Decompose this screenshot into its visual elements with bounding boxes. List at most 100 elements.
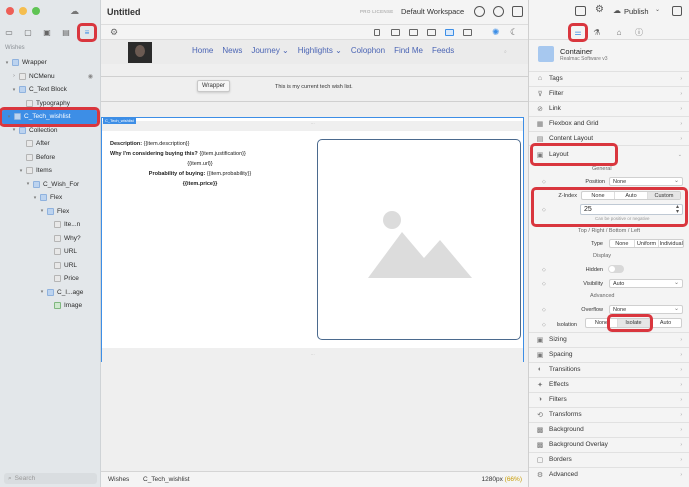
- tree-item[interactable]: After: [0, 137, 101, 151]
- device-phone-icon[interactable]: [374, 29, 380, 36]
- section-spacing[interactable]: ▣ Spacing ›: [529, 347, 689, 361]
- tab-properties-icon[interactable]: ⚌: [568, 23, 588, 42]
- position-select[interactable]: None: [609, 177, 683, 186]
- tree-item[interactable]: ▾ C_I...age: [0, 286, 101, 300]
- speed-icon[interactable]: [474, 6, 485, 17]
- section-sizing[interactable]: ▣ Sizing ›: [529, 332, 689, 346]
- share-icon[interactable]: [493, 6, 504, 17]
- tree-item[interactable]: ▾ C_Text Block: [0, 83, 101, 97]
- chevron-icon[interactable]: ▾: [6, 114, 12, 120]
- zindex-segmented[interactable]: None Auto Custom: [581, 191, 681, 200]
- light-mode-icon[interactable]: ✺: [492, 27, 500, 38]
- settings-gear-icon[interactable]: ⚙: [110, 27, 118, 38]
- tree-item[interactable]: ▾ Wrapper: [0, 56, 101, 70]
- stepper-icon[interactable]: ▴ ▾: [676, 204, 679, 215]
- section-layout[interactable]: ▣ Layout ⌄: [529, 145, 689, 163]
- visibility-select[interactable]: Auto: [609, 279, 683, 288]
- tree-item[interactable]: ▾ Collection: [0, 124, 101, 138]
- image-placeholder[interactable]: [317, 139, 521, 340]
- section-flexbox-and-grid[interactable]: ▦ Flexbox and Grid ›: [529, 116, 689, 130]
- tree-item[interactable]: Ite...n: [0, 218, 101, 232]
- chevron-icon[interactable]: ▾: [18, 168, 24, 174]
- section-content-layout[interactable]: ▤ Content Layout ›: [529, 131, 689, 145]
- hidden-toggle[interactable]: [608, 265, 624, 273]
- chevron-icon[interactable]: ›: [11, 73, 17, 79]
- segment-option[interactable]: None: [586, 319, 618, 327]
- tech-wishlist-container[interactable]: ⋯ C_Tech_wishlist Description: {{item.de…: [101, 117, 524, 362]
- toggle-inspector-icon[interactable]: [575, 6, 586, 16]
- status-collection[interactable]: Wishes: [108, 476, 129, 483]
- chevron-icon[interactable]: ▾: [39, 289, 45, 295]
- site-menu-item[interactable]: Highlights ⌄: [298, 46, 342, 55]
- wish-item-text[interactable]: Description: {{item.description}} Why I'…: [110, 139, 290, 189]
- section-link[interactable]: ⊘ Link ›: [529, 101, 689, 115]
- section-filter[interactable]: ⊽ Filter ›: [529, 86, 689, 100]
- tab-styles-icon[interactable]: ⚗: [591, 26, 603, 38]
- tree-item[interactable]: Typography: [0, 97, 101, 111]
- assets-icon[interactable]: ▤: [61, 27, 71, 37]
- section-background[interactable]: ▩ Background ›: [529, 422, 689, 436]
- tree-item[interactable]: URL: [0, 259, 101, 273]
- tree-item[interactable]: Before: [0, 151, 101, 165]
- section-advanced[interactable]: ⚙ Advanced ›: [529, 467, 689, 481]
- chevron-icon[interactable]: ▾: [11, 127, 17, 133]
- tab-tags-icon[interactable]: ⌂: [613, 26, 625, 38]
- segment-option[interactable]: Individual: [659, 240, 683, 247]
- wishlist-intro-text[interactable]: This is my current tech wish list.: [275, 84, 353, 90]
- overflow-select[interactable]: None: [609, 305, 683, 314]
- section-filters[interactable]: ◑ Filters ›: [529, 392, 689, 406]
- device-phone-wide-icon[interactable]: [391, 29, 400, 36]
- tree-item[interactable]: Price: [0, 272, 101, 286]
- section-effects[interactable]: ✦ Effects ›: [529, 377, 689, 391]
- tree-item[interactable]: Why?: [0, 232, 101, 246]
- status-selection-path[interactable]: C_Tech_wishlist: [143, 476, 190, 483]
- section-transitions[interactable]: ◐ Transitions ›: [529, 362, 689, 376]
- device-laptop-icon[interactable]: [445, 29, 454, 36]
- site-menu-item[interactable]: News: [222, 46, 242, 55]
- segment-option[interactable]: Auto: [650, 319, 681, 327]
- layers-icon[interactable]: ≡: [77, 22, 97, 42]
- folder-icon[interactable]: ▢: [23, 27, 33, 37]
- tree-item[interactable]: ▾ Flex: [0, 205, 101, 219]
- segment-option[interactable]: None: [582, 192, 615, 199]
- section-background-overlay[interactable]: ▩ Background Overlay ›: [529, 437, 689, 451]
- site-menu-item[interactable]: Find Me: [394, 46, 423, 55]
- resources-icon[interactable]: ▣: [42, 27, 52, 37]
- segment-option[interactable]: Uniform: [635, 240, 660, 247]
- page-icon[interactable]: ▭: [4, 27, 14, 37]
- isolation-segmented[interactable]: None Isolate Auto: [585, 318, 682, 328]
- status-zoom[interactable]: 1280px (66%): [482, 476, 522, 483]
- site-menu-item[interactable]: Colophon: [351, 46, 385, 55]
- position-reset-icon[interactable]: ◇: [542, 179, 546, 185]
- chevron-icon[interactable]: ▾: [11, 87, 17, 93]
- minimize-window-button[interactable]: [19, 7, 27, 15]
- overflow-reset-icon[interactable]: ◇: [542, 307, 546, 313]
- close-window-button[interactable]: [6, 7, 14, 15]
- chevron-icon[interactable]: ▾: [25, 181, 31, 187]
- visibility-reset-icon[interactable]: ◇: [542, 281, 546, 287]
- visibility-icon[interactable]: ◉: [88, 73, 93, 80]
- chevron-icon[interactable]: ▾: [39, 208, 45, 214]
- site-menu-item[interactable]: Home: [192, 46, 213, 55]
- tree-item[interactable]: Image: [0, 299, 101, 313]
- tree-item[interactable]: URL: [0, 245, 101, 259]
- settings-icon[interactable]: ⚙: [595, 4, 604, 15]
- segment-option[interactable]: Auto: [615, 192, 648, 199]
- export-icon[interactable]: [512, 6, 523, 17]
- zindex-reset-icon[interactable]: ◇: [542, 207, 546, 213]
- tree-item[interactable]: ▾ C_Tech_wishlist: [0, 107, 100, 127]
- chevron-icon[interactable]: ▾: [4, 60, 10, 66]
- tree-item[interactable]: ▾ Items: [0, 164, 101, 178]
- tree-item[interactable]: › NCMenu ◉: [0, 70, 101, 84]
- tab-info-icon[interactable]: ⓘ: [633, 26, 645, 38]
- hidden-reset-icon[interactable]: ◇: [542, 267, 546, 273]
- search-field[interactable]: ⌕ Search: [4, 473, 97, 484]
- device-tablet-icon[interactable]: [409, 29, 418, 36]
- device-tablet-wide-icon[interactable]: [427, 29, 436, 36]
- more-icon[interactable]: [672, 6, 682, 16]
- site-menu-item[interactable]: Journey ⌄: [251, 46, 288, 55]
- menu-search-icon[interactable]: ⌕: [504, 49, 507, 55]
- isolation-reset-icon[interactable]: ◇: [542, 322, 546, 328]
- section-borders[interactable]: ▢ Borders ›: [529, 452, 689, 466]
- section-tags[interactable]: ⌂ Tags ›: [529, 71, 689, 85]
